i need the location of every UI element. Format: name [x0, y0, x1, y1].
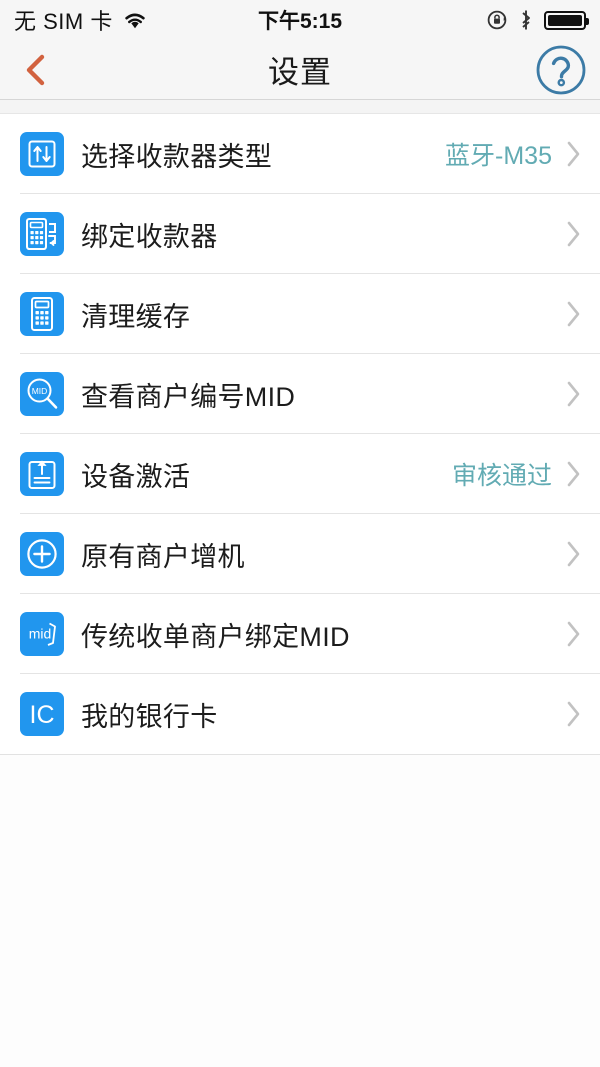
chevron-right-icon [566, 140, 582, 168]
table-row[interactable]: 设备激活 审核通过 [0, 434, 600, 514]
row-label: 我的银行卡 [81, 701, 218, 732]
chevron-right-icon [566, 700, 582, 728]
mid-magnifier-icon: MID [20, 372, 64, 416]
table-row[interactable]: 绑定收款器 [0, 194, 600, 274]
svg-text:IC: IC [30, 701, 55, 729]
wifi-icon [122, 10, 148, 30]
table-row[interactable]: mid 传统收单商户绑定MID [0, 594, 600, 674]
row-label: 绑定收款器 [81, 221, 218, 252]
clipboard-upload-icon [20, 452, 64, 496]
chevron-right-icon [566, 220, 582, 248]
table-row[interactable]: IC 我的银行卡 [0, 674, 600, 754]
help-button[interactable] [522, 40, 600, 100]
carrier-label: 无 SIM 卡 [14, 9, 113, 34]
chevron-right-icon [566, 300, 582, 328]
row-label: 原有商户增机 [81, 541, 245, 572]
row-label: 设备激活 [81, 461, 191, 492]
plus-circle-icon [20, 532, 64, 576]
mid-tag-icon: mid [20, 612, 64, 656]
page-title: 设置 [268, 55, 332, 90]
row-value: 蓝牙-M35 [445, 142, 552, 170]
chevron-left-icon [21, 53, 51, 87]
updown-arrows-square-icon [20, 132, 64, 176]
svg-text:mid: mid [29, 626, 52, 642]
svg-text:MID: MID [32, 386, 48, 396]
table-row[interactable]: 原有商户增机 [0, 514, 600, 594]
chevron-right-icon [566, 380, 582, 408]
status-bar: 无 SIM 卡 下午5:15 [0, 0, 600, 40]
section-gap [0, 100, 600, 114]
row-label: 查看商户编号MID [81, 381, 296, 412]
rotation-lock-icon [486, 9, 508, 31]
table-row[interactable]: 清理缓存 [0, 274, 600, 354]
settings-list: 选择收款器类型 蓝牙-M35 绑定收款器 清理缓存 MID 查看商户编号MID … [0, 114, 600, 755]
row-label: 选择收款器类型 [81, 141, 273, 172]
status-bar-right [486, 9, 589, 31]
question-mark-circle-icon [535, 44, 587, 96]
calculator-icon [20, 292, 64, 336]
status-bar-left: 无 SIM 卡 [14, 4, 148, 36]
battery-icon [544, 10, 589, 30]
bluetooth-icon [519, 9, 533, 31]
empty-area [0, 755, 600, 1067]
settings-screen: 无 SIM 卡 下午5:15 设置 选择收款器类型 蓝牙-M35 绑定收款器 清… [0, 0, 600, 1067]
chevron-right-icon [566, 460, 582, 488]
ic-card-icon: IC [20, 692, 64, 736]
row-value: 审核通过 [451, 462, 552, 490]
chevron-right-icon [566, 540, 582, 568]
navigation-bar: 设置 [0, 40, 600, 100]
chevron-right-icon [566, 620, 582, 648]
row-label: 清理缓存 [81, 301, 191, 332]
row-label: 传统收单商户绑定MID [81, 621, 350, 652]
back-button[interactable] [0, 40, 72, 100]
table-row[interactable]: 选择收款器类型 蓝牙-M35 [0, 114, 600, 194]
table-row[interactable]: MID 查看商户编号MID [0, 354, 600, 434]
pos-terminal-sync-icon [20, 212, 64, 256]
